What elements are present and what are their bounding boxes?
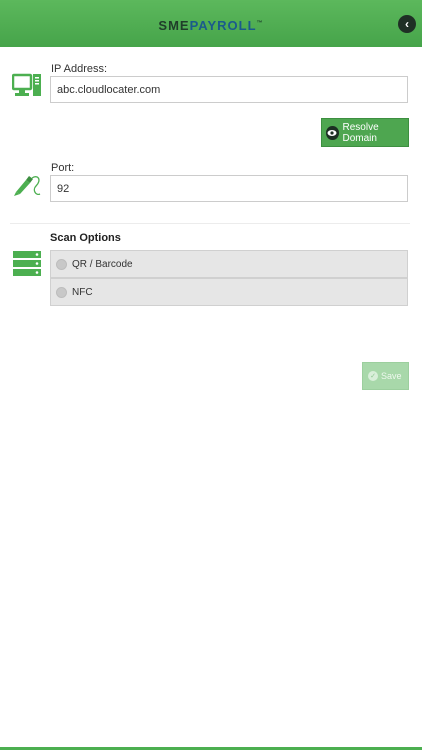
port-label: Port: [51,162,75,174]
computer-icon [11,72,42,103]
logo-trademark: ™ [256,20,264,27]
server-icon [12,250,42,283]
app-logo: SMEPAYROLL™ [0,18,422,33]
back-button[interactable]: ‹ [398,15,416,33]
scan-option-label: QR / Barcode [72,258,133,270]
app-header: SMEPAYROLL™ ‹ [0,0,422,47]
scan-options-title: Scan Options [50,232,121,244]
port-input[interactable] [50,175,408,202]
pen-icon [12,170,42,203]
chevron-left-icon: ‹ [405,17,409,31]
ip-address-label: IP Address: [51,63,108,75]
ip-address-input[interactable] [50,76,408,103]
logo-payroll: PAYROLL [189,18,257,33]
eye-icon [326,125,339,140]
scan-option-nfc[interactable]: NFC [50,278,408,306]
check-icon: ✓ [368,371,378,381]
radio-button[interactable] [56,286,67,298]
scan-option-label: NFC [72,286,93,298]
section-divider [10,223,410,224]
resolve-domain-label: Resolve Domain [342,121,379,144]
radio-button[interactable] [56,258,67,270]
scan-option-qr-barcode[interactable]: QR / Barcode [50,250,408,278]
logo-sme: SME [158,18,190,33]
save-button[interactable]: ✓ Save [362,362,409,390]
save-label: Save [381,371,402,381]
resolve-domain-button[interactable]: Resolve Domain [321,118,409,147]
